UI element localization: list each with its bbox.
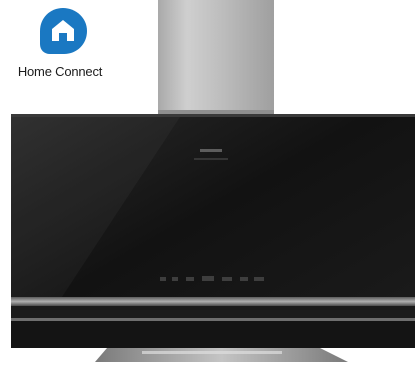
steel-trim [11,297,415,306]
home-connect-logo: Home Connect [5,4,115,82]
home-connect-icon [40,8,87,54]
brand-name: Home Connect [17,64,103,79]
hood-underside [95,348,348,362]
chimney [158,0,274,114]
product-image-canvas: Home Connect [0,0,415,365]
